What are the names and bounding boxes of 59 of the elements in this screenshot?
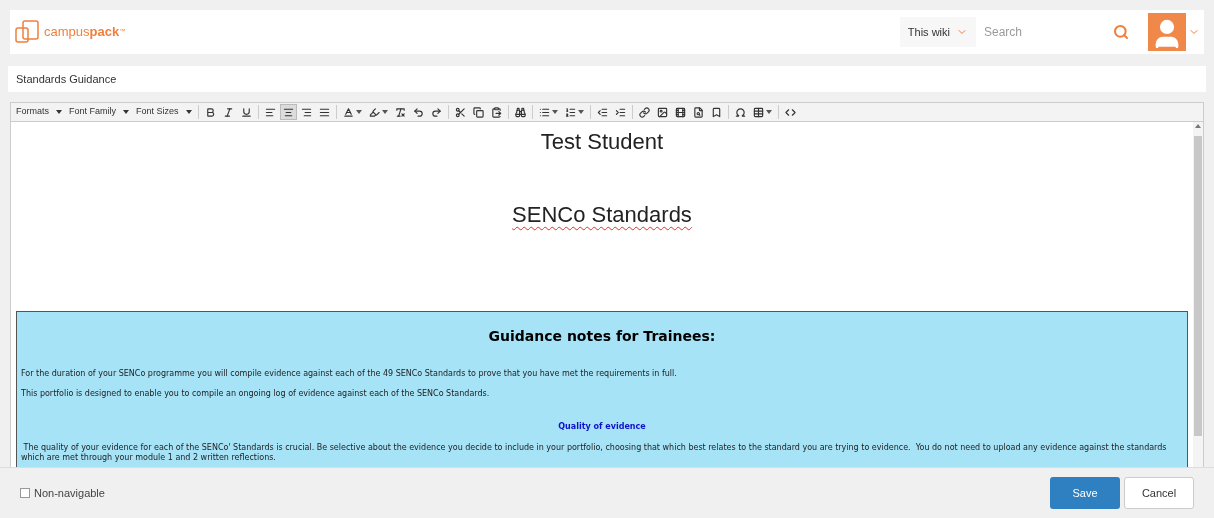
copy-icon	[472, 106, 484, 118]
caret-icon	[123, 110, 130, 114]
caret-icon	[551, 110, 558, 114]
bookmark-icon	[710, 106, 722, 118]
logo-text: campuspack$^{™}$	[44, 23, 126, 42]
cancel-button[interactable]: Cancel	[1124, 477, 1194, 509]
bold-icon	[204, 106, 216, 118]
editor-area[interactable]	[10, 122, 1204, 467]
film-icon	[674, 106, 686, 118]
guidance-heading: Guidance notes for Trainees:	[487, 327, 717, 346]
preview-icon	[692, 106, 704, 118]
omega-icon	[734, 106, 746, 118]
checkbox[interactable]	[20, 488, 30, 498]
guidance-paragraph: This portfolio is designed to enable you to compile an ongoing log of evidence against each of the SENCo Standards.	[21, 389, 491, 399]
caret-icon	[577, 110, 584, 114]
numbered-list-icon	[564, 106, 576, 118]
text-color-icon	[342, 106, 354, 118]
document-title: Test Student	[540, 128, 664, 156]
title-field[interactable]: Standards Guidance	[8, 66, 1206, 92]
undo-icon	[412, 106, 424, 118]
link-icon	[638, 106, 650, 118]
document-subtitle: SENCo Standards	[512, 201, 692, 229]
guidance-paragraph: The quality of your evidence for each of the SENCo' Standards is crucial. Be selective about the evidence you decide to include in your portfolio, choosing that which best relates to the standard you are trying to evidence. You do not need to upload any evidence against the standards which are met through your module 1 and 2 written reflections.	[21, 443, 1168, 463]
align-right-icon	[300, 106, 312, 118]
redo-icon	[430, 106, 442, 118]
underline-icon	[240, 106, 252, 118]
caret-icon	[765, 110, 772, 114]
toolbar-dropdown[interactable]: Font Family	[66, 104, 133, 120]
caret-icon	[381, 110, 388, 114]
align-center-icon	[282, 106, 294, 118]
scope-dropdown[interactable]: This wiki	[899, 17, 976, 47]
caret-icon	[355, 110, 362, 114]
outdent-icon	[596, 106, 608, 118]
scrollbar[interactable]	[1193, 122, 1203, 467]
table-icon	[752, 106, 764, 118]
logo-icon	[14, 20, 40, 44]
align-center-button[interactable]	[279, 104, 297, 120]
italic-icon	[222, 106, 234, 118]
paste-icon	[490, 106, 502, 118]
section-heading: Quality of evidence	[557, 421, 647, 433]
toolbar-dropdown[interactable]: Font Sizes	[133, 104, 195, 120]
binoculars-icon	[514, 106, 526, 118]
bullet-list-icon	[538, 106, 550, 118]
scissors-icon	[454, 106, 466, 118]
guidance-paragraph: For the duration of your SENCo programme you will compile evidence against each of the 49 SENCo Standards to prove that you have met the requirements in full.	[21, 369, 678, 379]
toolbar-dropdown[interactable]: Formats	[13, 104, 65, 120]
indent-icon	[614, 106, 626, 118]
caret-icon	[185, 110, 192, 114]
highlight-icon	[368, 106, 380, 118]
checkbox-label: Non-navigable	[34, 485, 105, 501]
caret-icon	[56, 110, 62, 114]
search-icon	[1113, 24, 1129, 40]
code-icon	[784, 106, 796, 118]
justify-icon	[318, 106, 330, 118]
scroll-up-arrow-icon[interactable]	[1195, 124, 1201, 128]
image-icon	[656, 106, 668, 118]
clear-format-icon	[394, 106, 406, 118]
align-left-icon	[264, 106, 276, 118]
save-button[interactable]: Save	[1050, 477, 1120, 509]
